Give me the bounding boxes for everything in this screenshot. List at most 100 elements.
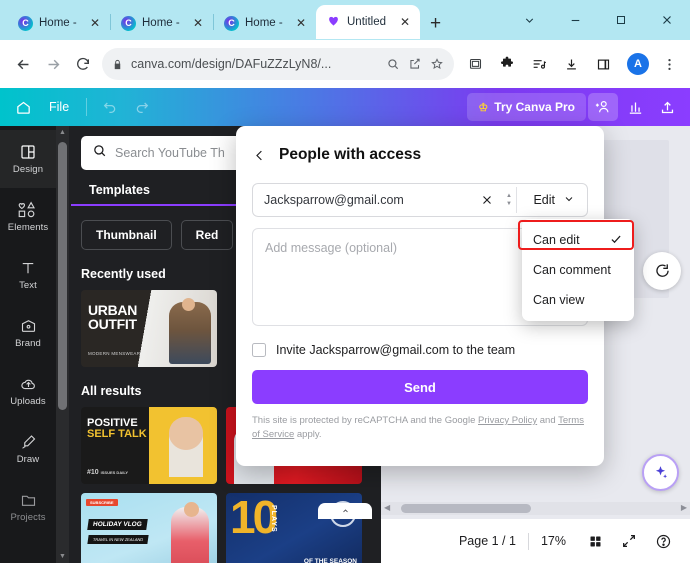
address-bar[interactable]: canva.com/design/DAFuZZzLyN8/... — [102, 48, 454, 80]
sidebar-item-draw[interactable]: Draw — [0, 420, 56, 478]
sidebar-item-text[interactable]: Text — [0, 246, 56, 304]
template-sub: MODERN MENSWEAR — [88, 351, 141, 356]
zoom-icon[interactable] — [386, 57, 400, 71]
invite-to-team-row[interactable]: Invite Jacksparrow@gmail.com to the team — [252, 343, 588, 357]
browser-tab-3[interactable]: C Home - ✕ — [214, 7, 316, 39]
maximize-icon[interactable] — [598, 0, 644, 40]
template-card-positive-self-talk[interactable]: POSITIVE SELF TALK #10 ISSUES DAILY — [81, 407, 217, 484]
projects-folder-icon — [19, 491, 38, 509]
canva-icon: C — [224, 15, 239, 31]
canvas-horizontal-scrollbar[interactable]: ◀ ▶ — [381, 502, 690, 515]
sidebar-item-uploads[interactable]: Uploads — [0, 362, 56, 420]
avatar[interactable]: A — [627, 53, 649, 75]
chevron-left-icon[interactable] — [252, 148, 267, 163]
share-icon[interactable] — [408, 57, 422, 71]
scroll-down-icon[interactable]: ▼ — [56, 550, 69, 563]
reading-list-icon[interactable] — [460, 49, 490, 79]
new-tab-button[interactable]: + — [430, 13, 441, 35]
invite-checkbox[interactable] — [252, 343, 266, 357]
scroll-right-icon[interactable]: ▶ — [681, 503, 687, 512]
modal-header: People with access — [252, 140, 588, 170]
three-dot-menu-icon[interactable] — [654, 49, 684, 79]
reload-icon[interactable] — [68, 49, 98, 79]
scroll-left-icon[interactable]: ◀ — [384, 503, 390, 512]
expand-fullscreen-icon[interactable] — [612, 524, 646, 558]
elements-shapes-icon — [18, 201, 38, 219]
browser-titlebar: C Home - ✕ C Home - ✕ C Home - ✕ Untitle — [0, 0, 690, 40]
export-upload-icon[interactable] — [652, 93, 682, 121]
close-x-icon[interactable] — [476, 189, 498, 211]
bookmark-star-icon[interactable] — [430, 57, 444, 71]
home-icon[interactable] — [8, 93, 38, 121]
browser-tab-1[interactable]: C Home - ✕ — [8, 7, 110, 39]
draw-pen-icon — [19, 433, 38, 451]
close-icon[interactable]: ✕ — [398, 15, 412, 29]
forward-icon[interactable] — [38, 49, 68, 79]
sidebar-item-label: Text — [19, 280, 37, 291]
collapse-panel-button[interactable] — [318, 503, 372, 519]
sidebar-item-projects[interactable]: Projects — [0, 478, 56, 536]
dropdown-item-label: Can comment — [533, 263, 611, 277]
scrollbar-thumb[interactable] — [58, 142, 67, 410]
panel-scrollbar[interactable]: ▲ ▼ — [56, 126, 69, 563]
chip-red[interactable]: Red — [180, 220, 234, 250]
lock-icon — [112, 59, 123, 70]
privacy-policy-link[interactable]: Privacy Policy — [478, 415, 537, 426]
template-card-holiday-vlog[interactable]: SUBSCRIBE HOLIDAY VLOG TRAVEL IN NEW ZEA… — [81, 493, 217, 563]
close-icon[interactable] — [644, 0, 690, 40]
template-head — [184, 502, 199, 517]
legal-part-2: and — [537, 415, 559, 426]
tab-templates[interactable]: Templates — [71, 183, 268, 206]
redo-icon[interactable] — [127, 93, 157, 121]
template-ten: 10 — [230, 493, 278, 543]
send-button[interactable]: Send — [252, 370, 588, 404]
permission-dropdown-trigger[interactable]: Edit — [523, 193, 579, 208]
grid-view-icon[interactable] — [578, 524, 612, 558]
close-icon[interactable]: ✕ — [191, 16, 205, 30]
undo-icon[interactable] — [95, 93, 125, 121]
side-panel-icon[interactable] — [588, 49, 618, 79]
minimize-icon[interactable] — [552, 0, 598, 40]
dropdown-item-label: Can view — [533, 293, 585, 307]
template-card-urban-outfit[interactable]: URBAN OUTFIT MODERN MENSWEAR — [81, 290, 217, 367]
download-icon[interactable] — [556, 49, 586, 79]
dropdown-item-can-edit[interactable]: Can edit — [522, 225, 634, 255]
page-indicator[interactable]: Page 1 / 1 — [447, 534, 528, 548]
close-icon[interactable]: ✕ — [88, 16, 102, 30]
chevron-down-icon[interactable] — [506, 0, 552, 40]
sidebar-item-design[interactable]: Design — [0, 130, 56, 188]
insights-chart-icon[interactable] — [620, 93, 650, 121]
recaptcha-legal-text: This site is protected by reCAPTCHA and … — [252, 414, 588, 442]
browser-tab-4-active[interactable]: Untitled ✕ — [316, 5, 420, 39]
sidebar-item-label: Brand — [15, 338, 41, 349]
invite-checkbox-label: Invite Jacksparrow@gmail.com to the team — [276, 343, 516, 357]
scroll-up-icon[interactable]: ▲ — [56, 126, 69, 139]
add-comment-icon[interactable] — [643, 252, 681, 290]
help-question-icon[interactable] — [646, 524, 680, 558]
template-face — [169, 417, 203, 477]
file-menu-button[interactable]: File — [40, 93, 78, 121]
extensions-puzzle-icon[interactable] — [492, 49, 522, 79]
add-people-icon[interactable] — [588, 93, 618, 121]
sidebar-item-brand[interactable]: Brand — [0, 304, 56, 362]
back-icon[interactable] — [8, 49, 38, 79]
email-field[interactable]: Jacksparrow@gmail.com ▲ ▼ Edit — [252, 183, 588, 217]
stepper-updown-icon[interactable]: ▲ ▼ — [504, 187, 518, 213]
permission-dropdown-menu: Can edit Can comment Can view — [518, 219, 634, 321]
template-b2: TRAVEL IN NEW ZEALAND — [87, 535, 149, 544]
dropdown-item-can-view[interactable]: Can view — [522, 285, 634, 315]
dropdown-item-can-comment[interactable]: Can comment — [522, 255, 634, 285]
close-icon[interactable]: ✕ — [294, 16, 308, 30]
media-list-icon[interactable] — [524, 49, 554, 79]
try-canva-pro-button[interactable]: ♔ Try Canva Pro — [467, 93, 586, 121]
chip-thumbnail[interactable]: Thumbnail — [81, 220, 172, 250]
canva-statusbar: Page 1 / 1 17% — [381, 519, 690, 563]
template-bar: SUBSCRIBE — [86, 499, 118, 506]
zoom-level[interactable]: 17% — [529, 534, 578, 548]
sidebar-item-label: Uploads — [10, 396, 46, 407]
permission-label: Edit — [533, 193, 555, 207]
hscrollbar-thumb[interactable] — [401, 504, 531, 513]
magic-sparkle-icon[interactable] — [642, 454, 679, 491]
sidebar-item-elements[interactable]: Elements — [0, 188, 56, 246]
browser-tab-2[interactable]: C Home - ✕ — [111, 7, 213, 39]
